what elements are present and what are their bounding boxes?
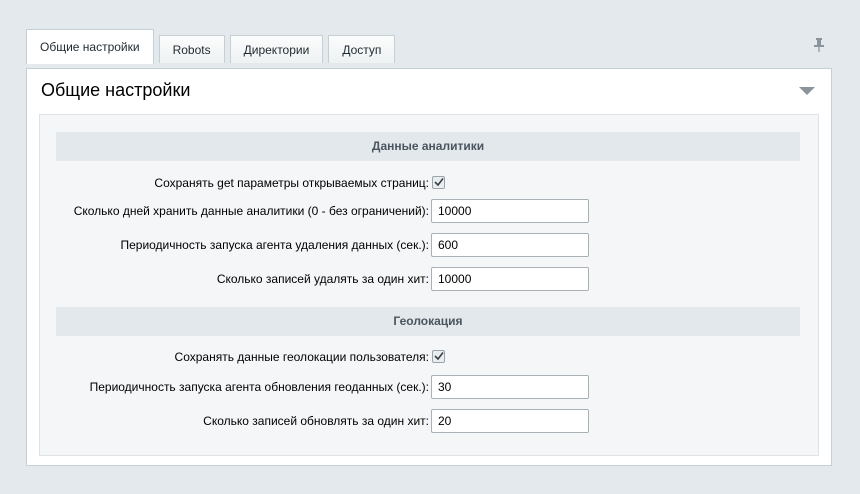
keep-days-label: Сколько дней хранить данные аналитики (0… — [73, 204, 429, 218]
tab-general-settings[interactable]: Общие настройки — [26, 29, 154, 64]
settings-panel: Общие настройки Данные аналитики Сохраня… — [26, 68, 832, 466]
save-geo-label: Сохранять данные геолокации пользователя… — [174, 350, 429, 364]
tab-bar: Общие настройки Robots Директории Доступ — [26, 29, 400, 64]
cleanup-period-input[interactable] — [431, 233, 589, 257]
row-keep-days: Сколько дней хранить данные аналитики (0… — [40, 199, 820, 223]
section-header-analytics: Данные аналитики — [56, 132, 800, 161]
delete-per-hit-label: Сколько записей удалять за один хит: — [216, 272, 429, 286]
checkmark-icon — [434, 352, 444, 361]
update-per-hit-input[interactable] — [431, 409, 589, 433]
update-period-label: Периодичность запуска агента обновления … — [89, 380, 429, 394]
row-save-geo: Сохранять данные геолокации пользователя… — [40, 345, 820, 369]
row-update-per-hit: Сколько записей обновлять за один хит: — [40, 409, 820, 433]
update-per-hit-label: Сколько записей обновлять за один хит: — [203, 414, 429, 428]
panel-title: Общие настройки — [41, 80, 191, 100]
row-cleanup-period: Периодичность запуска агента удаления да… — [40, 233, 820, 257]
save-geo-checkbox[interactable] — [432, 350, 445, 363]
checkmark-icon — [434, 178, 444, 187]
chevron-down-icon[interactable] — [799, 87, 815, 95]
save-get-params-checkbox[interactable] — [432, 176, 445, 189]
settings-form: Данные аналитики Сохранять get параметры… — [39, 114, 819, 456]
section-header-geolocation: Геолокация — [56, 307, 800, 336]
update-period-input[interactable] — [431, 375, 589, 399]
delete-per-hit-input[interactable] — [431, 267, 589, 291]
row-save-get-params: Сохранять get параметры открываемых стра… — [40, 171, 820, 195]
pin-icon[interactable] — [812, 37, 826, 53]
keep-days-input[interactable] — [431, 199, 589, 223]
tab-access[interactable]: Доступ — [328, 35, 396, 63]
row-delete-per-hit: Сколько записей удалять за один хит: — [40, 267, 820, 291]
tab-directories[interactable]: Директории — [229, 35, 324, 63]
save-get-params-label: Сохранять get параметры открываемых стра… — [154, 176, 429, 190]
row-update-period: Периодичность запуска агента обновления … — [40, 375, 820, 399]
tab-robots[interactable]: Robots — [158, 35, 225, 63]
cleanup-period-label: Периодичность запуска агента удаления да… — [120, 238, 429, 252]
